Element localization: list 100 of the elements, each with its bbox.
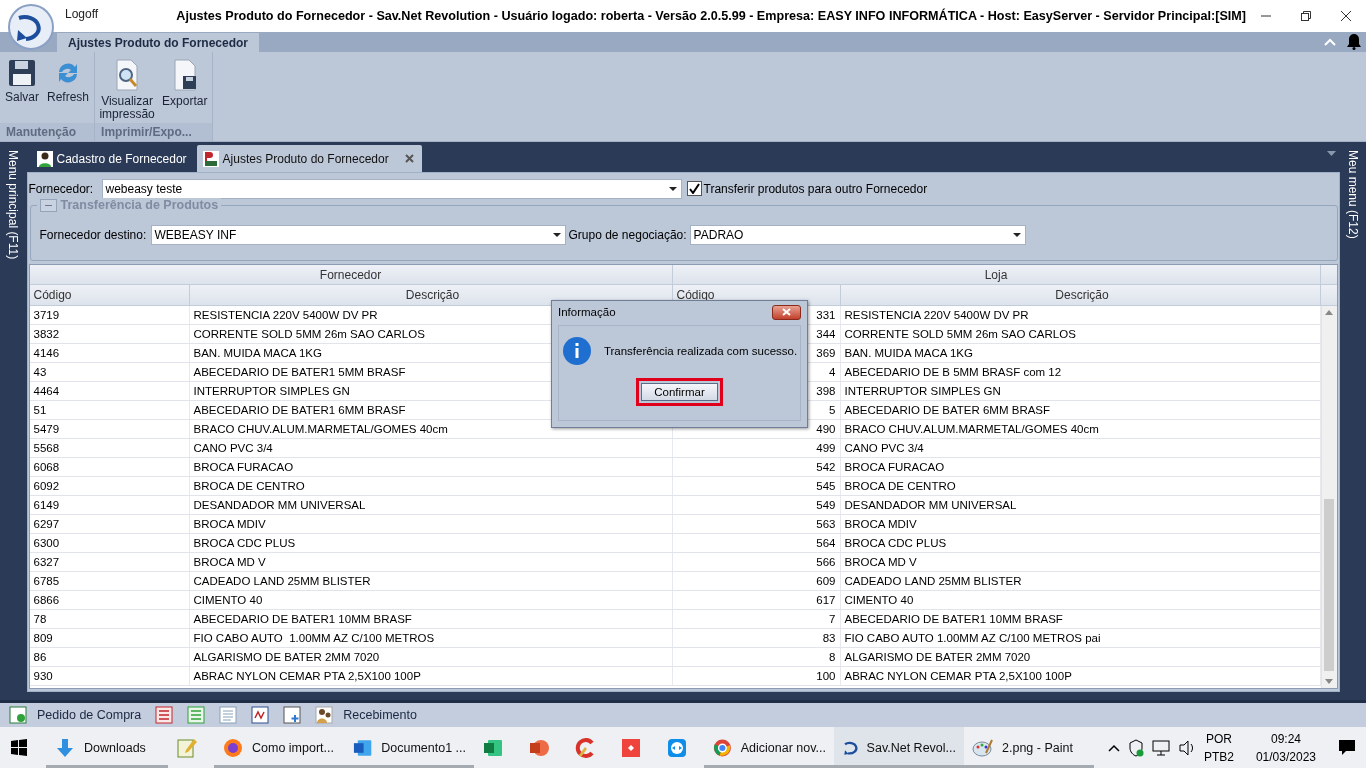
table-cell: 7 [672,610,841,628]
negotiation-group-dropdown[interactable]: PADRAO [689,224,1026,245]
confirm-button[interactable]: Confirmar [641,383,718,401]
scroll-up-icon[interactable] [1325,310,1333,315]
table-cell: CIMENTO 40 [840,591,1321,609]
column-header[interactable]: Descrição [840,285,1321,305]
logoff-link[interactable]: Logoff [65,7,177,21]
table-cell: 564 [672,534,841,552]
language-indicator[interactable]: POR PTB2 [1203,729,1234,766]
supplier-dropdown[interactable]: webeasy teste [101,178,682,199]
clock[interactable]: 09:24 01/03/2023 [1255,729,1316,766]
table-cell: FIO CABO AUTO 1.00MM AZ C/100 METROS pai [840,629,1321,647]
destination-supplier-dropdown[interactable]: WEBEASY INF [150,224,566,245]
table-cell: BROCA MDIV [840,515,1321,533]
notification-icon[interactable] [1338,739,1356,756]
table-cell: BROCA DE CENTRO [840,477,1321,495]
network-icon[interactable] [1151,739,1170,756]
table-cell: CIMENTO 40 [189,591,673,609]
close-icon[interactable] [404,154,414,163]
app-logo[interactable] [8,4,54,50]
bell-icon[interactable] [1346,33,1362,50]
table-cell: ALGARISMO DE BATER 2MM 7020 [189,648,673,666]
ribbon-button[interactable]: Refresh [44,58,93,123]
table-cell: 43 [29,363,190,381]
table-cell: 86 [29,648,190,666]
table-cell: 563 [672,515,841,533]
table-cell: BROCA FURACAO [840,458,1321,476]
table-cell: 3832 [29,325,190,343]
table-cell: CANO PVC 3/4 [189,439,673,457]
scroll-down-icon[interactable] [1325,679,1333,684]
group-title: Transferência de Produtos [60,198,219,212]
ribbon-button[interactable]: Salvar [2,58,42,123]
band-header: Loja [672,265,1321,284]
checkbox[interactable] [686,181,702,196]
close-button[interactable] [772,304,801,320]
table-cell: BROCA CDC PLUS [840,534,1321,552]
toolbar-button[interactable]: Recebimento [312,706,420,724]
table-cell: BROCA FURACAO [189,458,673,476]
window-title: Ajustes Produto do Fornecedor - Sav.Net Revolution - Usuário logado: roberta - Versão 2.0.5.99 - Empresa: EASY INFO INFORMÁTICA - Host: EasyServer - Servidor Principal:[SIM] [176,9,1247,23]
document-tab[interactable]: Ajustes Produto do Fornecedor [196,145,422,172]
table-cell: BROCA MDIV [189,515,673,533]
table-cell: 83 [672,629,841,647]
download-arrow-icon [54,736,76,759]
table-cell: CADEADO LAND 25MM BLISTER [840,572,1321,590]
side-menu-tab[interactable]: Menu principal (F11) [6,150,21,700]
table-cell: BRACO CHUV.ALUM.MARMETAL/GOMES 40cm [840,420,1321,438]
table-cell: 6785 [29,572,190,590]
taskbar-button[interactable]: Sav.Net Revol... [834,727,964,768]
table-cell: BROCA DE CENTRO [189,477,673,495]
ribbon-button[interactable]: Exportar [159,58,211,123]
table-cell: 566 [672,553,841,571]
table-cell: BROCA MD V [840,553,1321,571]
table-cell: 499 [672,439,841,457]
table-cell: 51 [29,401,190,419]
invoice-icon [251,706,270,724]
collapse-ribbon-icon[interactable] [1324,38,1336,46]
table-cell: RESISTENCIA 220V 5400W DV PR [840,306,1321,324]
table-cell: 545 [672,477,841,495]
column-header[interactable]: Código [29,285,190,305]
field-label: Fornecedor: [28,181,95,196]
close-icon [1341,11,1351,21]
table-cell: 6297 [29,515,190,533]
table-cell: 809 [29,629,190,647]
table-cell: 5568 [29,439,190,457]
table-cell: CORRENTE SOLD 5MM 26m SAO CARLOS [840,325,1321,343]
taskbar-button[interactable]: 2.png - Paint [964,727,1094,768]
windows-start-icon [8,736,30,759]
table-cell: 617 [672,591,841,609]
ribbon-tab[interactable]: Ajustes Produto do Fornecedor [57,33,259,52]
table-cell: 3719 [29,306,190,324]
toolbar-button[interactable]: Pedido de Compra [6,706,145,724]
notepad-pencil-icon [176,736,198,759]
table-cell: ABRAC NYLON CEMAR PTA 2,5X100 100P [840,667,1321,685]
table-cell: 5479 [29,420,190,438]
table-cell: 78 [29,610,190,628]
ribbon-button[interactable]: Visualizar impressão [97,58,158,123]
table-cell: 6866 [29,591,190,609]
document-tab[interactable]: Cadastro de Fornecedor [30,145,195,172]
taskbar-button[interactable]: Documento1 ... [344,727,474,768]
table-cell: ABECEDARIO DE BATER1 10MM BRASF [840,610,1321,628]
info-icon [561,336,592,366]
table-cell: CANO PVC 3/4 [840,439,1321,457]
table-cell: BROCA MD V [189,553,673,571]
collapse-button[interactable] [39,198,57,212]
taskbar-button[interactable]: Como import... [214,727,344,768]
ribbon-group-label: Imprimir/Expo... [95,123,213,141]
table-cell: ABECEDARIO DE BATER1 10MM BRASF [189,610,673,628]
side-menu-tab[interactable]: Meu menu (F12) [1345,150,1360,700]
taskbar-button[interactable]: Downloads [46,727,168,768]
table-cell: 4146 [29,344,190,362]
table-cell: BROCA CDC PLUS [189,534,673,552]
table-cell: FIO CABO AUTO 1.00MM AZ C/100 METROS [189,629,673,647]
speaker-icon[interactable] [1177,739,1196,756]
table-cell: 6149 [29,496,190,514]
close-icon [782,308,791,316]
table-cell: 4464 [29,382,190,400]
chevron-up-icon[interactable] [1107,743,1120,752]
table-cell: BAN. MUIDA MACA 1KG [840,344,1321,362]
checkbox-label: Transferir produtos para outro Fornecedor [703,181,928,196]
shield-icon[interactable] [1127,738,1144,757]
